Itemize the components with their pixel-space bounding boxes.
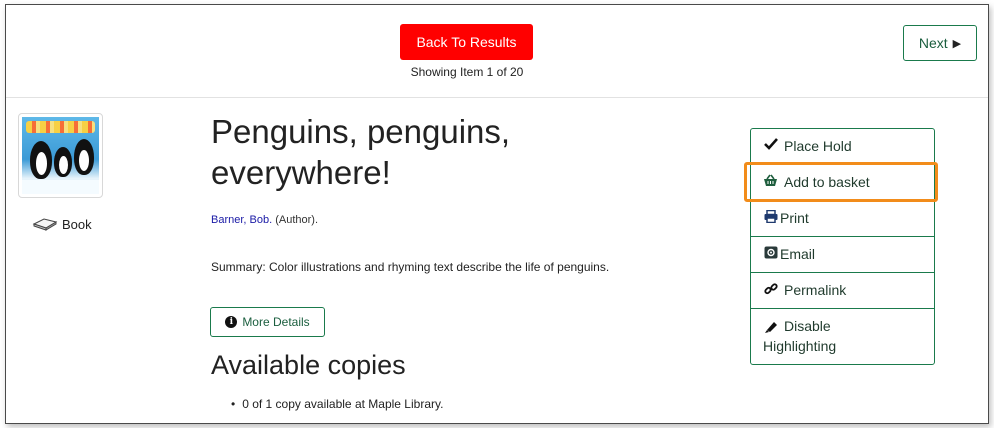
available-copies-heading: Available copies (211, 350, 406, 380)
open-book-icon (32, 218, 58, 231)
next-button[interactable]: Next ▶ (903, 25, 977, 61)
checkmark-icon (763, 138, 778, 150)
more-details-button[interactable]: i More Details (210, 307, 325, 337)
record-title-line2: everywhere! (211, 154, 391, 191)
link-icon (763, 282, 778, 296)
book-cover-image (22, 117, 99, 194)
showing-item-count: Showing Item 1 of 20 (410, 65, 524, 79)
results-navigation-bar: Back To Results Showing Item 1 of 20 Nex… (6, 5, 988, 98)
disable-highlighting-button[interactable]: Disable Highlighting (751, 309, 934, 364)
cover-image-frame[interactable] (18, 113, 103, 198)
place-hold-label: Place Hold (784, 138, 852, 154)
place-hold-button[interactable]: Place Hold (751, 129, 934, 165)
email-label: Email (780, 246, 816, 262)
record-summary: Summary: Color illustrations and rhyming… (211, 260, 610, 274)
highlighter-icon (763, 320, 778, 334)
more-details-label: More Details (242, 315, 310, 329)
record-title-line1: Penguins, penguins, (211, 113, 511, 150)
author-role: (Author). (275, 214, 319, 226)
printer-icon (763, 210, 778, 223)
add-to-basket-button[interactable]: Add to basket (751, 165, 934, 201)
copies-list: 0 of 1 copy available at Maple Library. (231, 397, 443, 411)
author-line: Barner, Bob. (Author). (211, 214, 318, 226)
permalink-button[interactable]: Permalink (751, 273, 934, 309)
info-circle-icon: i (225, 316, 238, 328)
disable-highlighting-label-line1: Disable (784, 318, 831, 334)
permalink-label: Permalink (784, 282, 847, 298)
record-title: Penguins, penguins, everywhere! (211, 111, 731, 193)
next-button-label: Next (918, 35, 948, 51)
email-button[interactable]: Email (751, 237, 934, 273)
basket-icon (763, 174, 778, 187)
record-page: Back To Results Showing Item 1 of 20 Nex… (5, 4, 989, 424)
print-label: Print (780, 210, 809, 226)
format-label: Book (62, 216, 92, 232)
add-to-basket-label: Add to basket (784, 174, 870, 190)
play-triangle-icon: ▶ (952, 37, 962, 50)
print-button[interactable]: Print (751, 201, 934, 237)
envelope-icon (763, 246, 778, 259)
record-actions-panel: Place Hold Add to basket Print Email Per… (750, 128, 935, 365)
author-link[interactable]: Barner, Bob. (211, 214, 272, 226)
list-item: 0 of 1 copy available at Maple Library. (231, 397, 443, 411)
format-indicator: Book (32, 216, 92, 232)
back-to-results-button[interactable]: Back To Results (400, 24, 533, 60)
disable-highlighting-label-line2: Highlighting (763, 337, 837, 354)
